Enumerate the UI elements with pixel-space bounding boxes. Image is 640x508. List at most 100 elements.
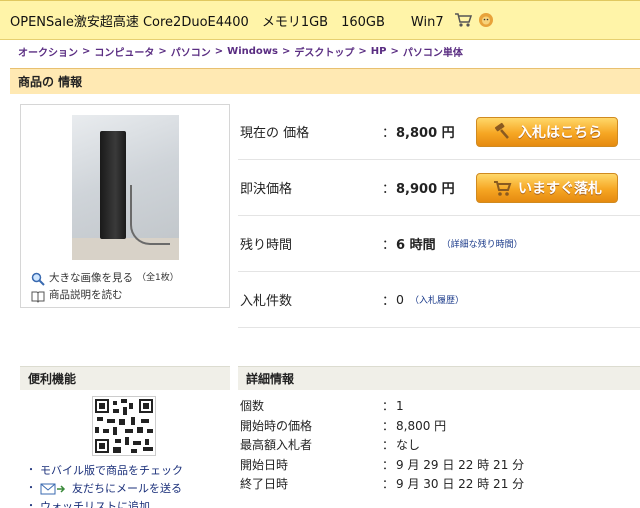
info-colon: ：: [382, 126, 396, 141]
watchlist-link[interactable]: ・ ウォッチリストに追加: [26, 498, 183, 508]
current-price-label: 現在の 価格: [240, 126, 310, 141]
image-links: 大きな画像を見る （全1枚） 商品説明を読む: [31, 270, 179, 304]
photo-pc-tower: [100, 131, 126, 239]
details-header: 詳細情報: [238, 366, 640, 390]
breadcrumb-desktop[interactable]: デスクトップ: [294, 44, 354, 59]
top-bidder-label: 最高額入札者: [240, 438, 313, 453]
title-bar: OPENSale激安超高速 Core2DuoE4400 メモリ1GB 160GB…: [0, 0, 640, 40]
gavel-icon: [492, 122, 512, 142]
info-row-time-left: 残り時間 ： 6 時間 （詳細な残り時間）: [238, 216, 640, 272]
info-colon: ：: [382, 238, 396, 253]
breadcrumb-sep: >: [281, 45, 291, 57]
watchlist-label: ウォッチリストに追加: [40, 500, 150, 508]
end-time-label: 終了日時: [240, 477, 289, 492]
send-mail-link[interactable]: ・ 友だちにメールを送る: [26, 480, 183, 498]
bid-button-label: 入札はこちら: [518, 124, 602, 141]
view-large-image-link[interactable]: 大きな画像を見る （全1枚）: [31, 270, 179, 287]
breadcrumb-auction[interactable]: オークション: [18, 44, 78, 59]
detail-row-top-bidder: 最高額入札者 ： なし: [240, 435, 640, 455]
buyout-price-label: 即決価格: [240, 182, 293, 197]
bid-button[interactable]: 入札はこちら: [476, 116, 618, 147]
start-price-value: 8,800 円: [396, 418, 447, 433]
detailed-time-link[interactable]: （詳細な残り時間）: [442, 237, 523, 250]
breadcrumb-pc-single[interactable]: パソコン単体: [403, 44, 463, 59]
quantity-value: 1: [396, 398, 404, 413]
cart-icon: [454, 12, 472, 28]
end-time-value: 9 月 30 日 22 時 21 分: [396, 477, 525, 492]
detail-row-start-time: 開始日時 ： 9 月 29 日 22 時 21 分: [240, 455, 640, 475]
image-panel: 大きな画像を見る （全1枚） 商品説明を読む: [20, 104, 230, 308]
start-time-value: 9 月 29 日 22 時 21 分: [396, 457, 525, 472]
bid-count-amount: 0: [396, 292, 404, 307]
info-row-current-price: 現在の 価格 ： 8,800 円 入札はこちら: [238, 104, 640, 160]
auction-title: OPENSale激安超高速 Core2DuoE4400 メモリ1GB 160GB…: [10, 14, 444, 30]
mail-icon: [40, 482, 68, 496]
quantity-label: 個数: [240, 399, 265, 414]
bid-count-label: 入札件数: [240, 294, 293, 309]
useful-function-links: ・ モバイル版で商品をチェック ・ 友だちにメールを送る ・ ウォッチリストに追…: [26, 462, 183, 508]
useful-functions-title: 便利機能: [28, 372, 77, 386]
photo-cable: [130, 185, 170, 245]
product-photo[interactable]: [72, 115, 179, 260]
price-info-table: 現在の 価格 ： 8,800 円 入札はこちら 即決価格 ： 8,900 円 い…: [238, 104, 640, 328]
bid-count-value: 0 （入札履歴）: [396, 292, 464, 307]
detail-colon: ：: [382, 399, 395, 414]
title-icons: [454, 12, 494, 28]
start-price-label: 開始時の価格: [240, 418, 313, 433]
info-row-buyout-price: 即決価格 ： 8,900 円 いますぐ落札: [238, 160, 640, 216]
info-colon: ：: [382, 294, 396, 309]
current-price-amount: 8,800 円: [396, 126, 455, 141]
view-large-label: 大きな画像を見る: [49, 272, 133, 284]
time-left-value: 6 時間 （詳細な残り時間）: [396, 234, 523, 253]
detail-row-start-price: 開始時の価格 ： 8,800 円: [240, 416, 640, 436]
bullet-icon: ・: [26, 465, 36, 476]
breadcrumb-windows[interactable]: Windows: [227, 46, 278, 57]
bullet-icon: ・: [26, 501, 36, 508]
bullet-icon: ・: [26, 483, 36, 494]
qr-code-icon: [95, 399, 153, 453]
bid-history-link[interactable]: （入札履歴）: [410, 293, 464, 306]
time-left-label: 残り時間: [240, 238, 293, 253]
detail-colon: ：: [382, 418, 395, 433]
breadcrumb-pc[interactable]: パソコン: [171, 44, 211, 59]
section-title: 商品の 情報: [18, 75, 83, 89]
breadcrumb-sep: >: [82, 45, 91, 57]
buy-now-button[interactable]: いますぐ落札: [476, 172, 618, 203]
time-left-amount: 6 時間: [396, 238, 436, 253]
details-table: 個数 ： 1 開始時の価格 ： 8,800 円 最高額入札者 ： なし 開始日時…: [240, 396, 640, 494]
buyout-price-value: 8,900 円: [396, 178, 455, 197]
mobile-check-link[interactable]: ・ モバイル版で商品をチェック: [26, 462, 183, 480]
info-colon: ：: [382, 182, 396, 197]
breadcrumb-sep: >: [358, 45, 367, 57]
breadcrumb-sep: >: [390, 45, 399, 57]
breadcrumb-hp[interactable]: HP: [371, 46, 387, 57]
detail-colon: ：: [382, 438, 395, 453]
info-row-bid-count: 入札件数 ： 0 （入札履歴）: [238, 272, 640, 328]
top-bidder-value: なし: [396, 438, 421, 453]
buy-now-button-label: いますぐ落札: [518, 180, 602, 197]
detail-row-end-time: 終了日時 ： 9 月 30 日 22 時 21 分: [240, 474, 640, 494]
read-description-link[interactable]: 商品説明を読む: [31, 287, 179, 304]
start-time-label: 開始日時: [240, 457, 289, 472]
useful-functions-header: 便利機能: [20, 366, 230, 390]
product-info-header: 商品の 情報: [10, 68, 640, 94]
breadcrumb: オークション > コンピュータ > パソコン > Windows > デスクトッ…: [18, 42, 463, 60]
lion-icon: [478, 12, 494, 28]
breadcrumb-sep: >: [214, 45, 224, 57]
magnifier-icon: [31, 272, 45, 286]
breadcrumb-sep: >: [158, 45, 167, 57]
detail-row-quantity: 個数 ： 1: [240, 396, 640, 416]
read-description-label: 商品説明を読む: [49, 289, 123, 301]
detail-colon: ：: [382, 457, 395, 472]
buyout-price-amount: 8,900 円: [396, 182, 455, 197]
cart-icon: [492, 178, 512, 198]
current-price-value: 8,800 円: [396, 122, 455, 141]
send-mail-label: 友だちにメールを送る: [72, 482, 182, 495]
breadcrumb-computer[interactable]: コンピュータ: [94, 44, 154, 59]
image-count: （全1枚）: [137, 273, 179, 283]
mobile-check-label: モバイル版で商品をチェック: [40, 464, 183, 477]
qr-code[interactable]: [92, 396, 156, 456]
book-icon: [31, 289, 45, 303]
details-title: 詳細情報: [246, 372, 295, 386]
detail-colon: ：: [382, 477, 395, 492]
